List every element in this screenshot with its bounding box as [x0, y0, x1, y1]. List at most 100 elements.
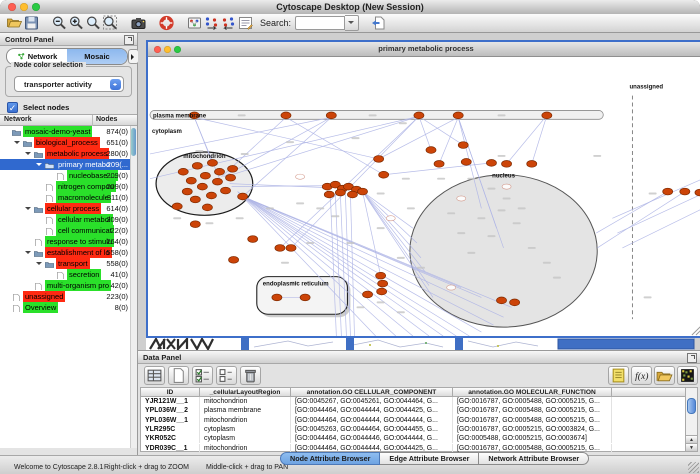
table-cell[interactable]: YJR121W__1: [141, 397, 200, 406]
float-panel-icon[interactable]: [124, 35, 134, 45]
tree-scrollbar[interactable]: [130, 126, 137, 448]
import-network-icon[interactable]: [370, 15, 387, 31]
float-panel-icon[interactable]: [687, 353, 697, 363]
save-session-icon[interactable]: [23, 15, 40, 31]
network-window-titlebar[interactable]: primary metabolic process: [148, 42, 700, 57]
column-header[interactable]: ID: [141, 388, 200, 397]
column-header[interactable]: annotation.GO CELLULAR_COMPONENT: [291, 388, 453, 397]
tree-row[interactable]: multi-organism pro42(0): [0, 280, 137, 291]
expand-arrow-icon[interactable]: [25, 251, 31, 257]
minimize-icon[interactable]: [164, 46, 171, 53]
vizmapper-icon[interactable]: [237, 15, 254, 31]
annotation-icon[interactable]: [186, 15, 203, 31]
tree-row[interactable]: nucleobase-...209(0): [0, 170, 137, 181]
tree-row[interactable]: mosaic-demo-yeast874(0): [0, 126, 137, 137]
minimize-icon[interactable]: [20, 3, 28, 11]
table-cell[interactable]: cytoplasm: [200, 425, 291, 434]
table-cell[interactable]: [GO:0045263, GO:0044464, GO:0044455, G..…: [291, 425, 453, 434]
select-nodes-checkbox[interactable]: ✓: [7, 102, 18, 113]
tree-col-nodes: Nodes: [96, 116, 117, 123]
network-node: [197, 183, 207, 190]
table-scrollbar[interactable]: ▲▼: [685, 388, 697, 451]
table-cell[interactable]: YKR052C: [141, 434, 200, 443]
table-cell[interactable]: [GO:0016787, GO:0005215, GO:0003824, G..…: [453, 425, 612, 434]
table-cell[interactable]: YPL036W__2: [141, 406, 200, 415]
tree-row[interactable]: response to stimulu264(0): [0, 236, 137, 247]
tab-edge-attribute-browser[interactable]: Edge Attribute Browser: [380, 452, 479, 465]
background-windows[interactable]: [138, 338, 700, 350]
table-cell[interactable]: YDR039C__1: [141, 444, 200, 453]
network-view-window[interactable]: primary metabolic process plasma membran…: [146, 40, 700, 338]
delete-attribute-icon[interactable]: [240, 366, 261, 385]
table-cell[interactable]: YPL036W__1: [141, 416, 200, 425]
table-cell[interactable]: [GO:0044464, GO:0044446, GO:0044444, G..…: [291, 434, 453, 443]
tab-network-attribute-browser[interactable]: Network Attribute Browser: [479, 452, 589, 465]
search-input[interactable]: [295, 16, 345, 30]
tree-row[interactable]: transport558(0): [0, 258, 137, 269]
matrix-view-icon[interactable]: [677, 366, 698, 385]
table-cell[interactable]: [GO:0016787, GO:0005488, GO:0005215, G..…: [453, 397, 612, 406]
table-cell[interactable]: mitochondrion: [200, 397, 291, 406]
select-attributes-icon[interactable]: [192, 366, 213, 385]
tree-row[interactable]: establishment of lo558(0): [0, 247, 137, 258]
expand-arrow-icon[interactable]: [14, 141, 20, 147]
unselect-attributes-icon[interactable]: [216, 366, 237, 385]
zoom-fit-icon[interactable]: [85, 15, 102, 31]
zoom-selected-icon[interactable]: [102, 15, 119, 31]
expand-arrow-icon[interactable]: [25, 207, 31, 213]
tree-row[interactable]: cellular metabol209(0): [0, 214, 137, 225]
network-canvas[interactable]: plasma membranecytoplasmmitochondrionnuc…: [148, 57, 700, 336]
column-header[interactable]: _cellularLayoutRegion: [200, 388, 291, 397]
node-color-combobox[interactable]: transporter activity: [14, 76, 124, 92]
table-cell[interactable]: [GO:0044464, GO:0044444, GO:0044425, G..…: [291, 406, 453, 415]
tree-row[interactable]: nitrogen compou209(0): [0, 181, 137, 192]
close-icon[interactable]: [8, 3, 16, 11]
tree-row[interactable]: macromolecule311(0): [0, 192, 137, 203]
resize-grip-icon[interactable]: [688, 462, 699, 473]
new-attribute-icon[interactable]: [168, 366, 189, 385]
tree-row[interactable]: unassigned223(0): [0, 291, 137, 302]
column-header[interactable]: annotation.GO MOLECULAR_FUNCTION: [453, 388, 612, 397]
tree-row[interactable]: Overview8(0): [0, 302, 137, 313]
layout-2-icon[interactable]: [220, 15, 237, 31]
tree-row[interactable]: metabolic process280(0): [0, 148, 137, 159]
scroll-down-icon[interactable]: ▼: [686, 443, 697, 451]
network-node: [248, 236, 258, 243]
table-cell[interactable]: YLR295C: [141, 425, 200, 434]
function-builder-icon[interactable]: f(x): [631, 366, 652, 385]
expand-arrow-icon[interactable]: [25, 152, 31, 158]
table-cell[interactable]: [GO:0045267, GO:0045261, GO:0044464, G..…: [291, 397, 453, 406]
attribute-editor-icon[interactable]: [608, 366, 629, 385]
attribute-matrix-icon[interactable]: [144, 366, 165, 385]
combo-stepper-icon[interactable]: [110, 79, 121, 90]
table-cell[interactable]: [GO:0044464, GO:0044444, GO:0044444, G..…: [291, 416, 453, 425]
table-cell[interactable]: [GO:0005488, GO:0005215, GO:0003674]: [453, 434, 612, 443]
table-cell[interactable]: [GO:0016787, GO:0005488, GO:0005215, G..…: [453, 416, 612, 425]
tree-row[interactable]: primary metabo209(...: [0, 159, 137, 170]
tab-node-attribute-browser[interactable]: Node Attribute Browser: [280, 452, 380, 465]
tree-row[interactable]: biological_process651(0): [0, 137, 137, 148]
import-attributes-icon[interactable]: [654, 366, 675, 385]
tree-row[interactable]: cell communicat22(0): [0, 225, 137, 236]
plasma-membrane-compartment: [150, 110, 603, 119]
expand-arrow-icon[interactable]: [36, 163, 42, 169]
zoom-in-icon[interactable]: [68, 15, 85, 31]
zoom-out-icon[interactable]: [51, 15, 68, 31]
close-icon[interactable]: [154, 46, 161, 53]
expand-arrow-icon[interactable]: [36, 262, 42, 268]
table-cell[interactable]: plasma membrane: [200, 406, 291, 415]
tree-row[interactable]: cellular process614(0): [0, 203, 137, 214]
maximize-icon[interactable]: [32, 3, 40, 11]
maximize-icon[interactable]: [174, 46, 181, 53]
table-cell[interactable]: mitochondrion: [200, 444, 291, 453]
tree-row[interactable]: secretion41(0): [0, 269, 137, 280]
layout-1-icon[interactable]: [203, 15, 220, 31]
help-icon[interactable]: [158, 15, 175, 31]
table-cell[interactable]: cytoplasm: [200, 434, 291, 443]
open-session-icon[interactable]: [6, 15, 23, 31]
snapshot-icon[interactable]: [130, 15, 147, 31]
table-cell[interactable]: mitochondrion: [200, 416, 291, 425]
scroll-up-icon[interactable]: ▲: [686, 435, 697, 443]
table-cell[interactable]: [GO:0016787, GO:0005488, GO:0005215, G..…: [453, 406, 612, 415]
search-dropdown-icon[interactable]: [345, 15, 359, 31]
